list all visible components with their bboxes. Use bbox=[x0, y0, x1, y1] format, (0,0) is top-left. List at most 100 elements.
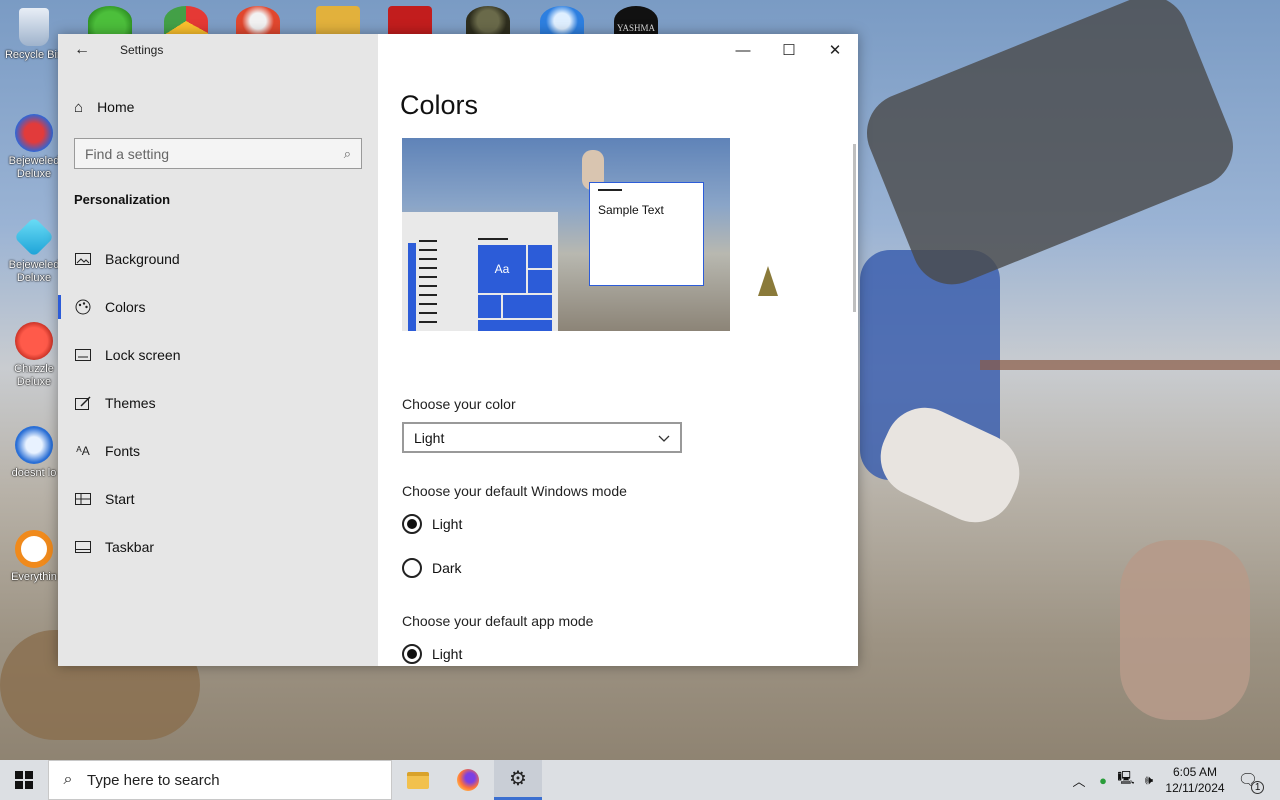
sidebar-item-lock-screen[interactable]: Lock screen bbox=[58, 335, 378, 375]
desktop-icon-label: Bejeweled Deluxe bbox=[8, 155, 60, 180]
flash-icon[interactable] bbox=[388, 6, 432, 36]
taskbar: ⌕ Type here to search ⚙ ︿ ● 🖳 🕪 6:05 AM … bbox=[0, 760, 1280, 800]
tray-network-icon[interactable]: 🖳 bbox=[1115, 760, 1137, 800]
bejeweled-2-icon bbox=[15, 114, 53, 152]
chrome-icon[interactable] bbox=[164, 6, 208, 36]
radio-label: Dark bbox=[432, 560, 462, 576]
app-icon[interactable] bbox=[466, 6, 510, 36]
clock-date: 12/11/2024 bbox=[1165, 781, 1225, 795]
minimize-button[interactable]: — bbox=[720, 34, 766, 66]
app-icon[interactable] bbox=[540, 6, 584, 36]
sidebar-item-taskbar[interactable]: Taskbar bbox=[58, 527, 378, 567]
taskbar-settings[interactable]: ⚙ bbox=[494, 760, 542, 800]
sidebar-item-themes[interactable]: Themes bbox=[58, 383, 378, 423]
desktop-icon-label: Bejeweled Deluxe bbox=[8, 259, 60, 284]
search-icon: ⌕ bbox=[343, 145, 351, 161]
fonts-icon: ᴬA bbox=[76, 444, 90, 458]
find-setting-input[interactable]: Find a setting ⌕ bbox=[74, 138, 362, 169]
windows-mode-label: Choose your default Windows mode bbox=[402, 483, 627, 499]
desktop-icon-everything[interactable]: Everythin bbox=[4, 530, 64, 584]
settings-icon: ⚙ bbox=[509, 768, 527, 790]
radio-label: Light bbox=[432, 516, 463, 532]
sidebar-item-label: Home bbox=[97, 99, 135, 115]
page-title: Colors bbox=[400, 90, 479, 120]
taskbar-icon bbox=[74, 539, 92, 555]
recycle-bin-icon bbox=[19, 8, 49, 46]
settings-window: ← Settings ⌂ Home Find a setting ⌕ Perso… bbox=[58, 34, 858, 666]
windows-mode-dark-radio[interactable]: Dark bbox=[402, 558, 462, 578]
dropdown-value: Light bbox=[414, 429, 445, 446]
desktop-icon-chuzzle[interactable]: Chuzzle Deluxe bbox=[4, 322, 64, 389]
network-icon: 🖳 bbox=[1117, 770, 1135, 785]
desktop-icon-bejeweled[interactable]: Bejeweled Deluxe bbox=[4, 216, 64, 285]
desktop-icon-label: Everythin bbox=[11, 571, 57, 583]
sidebar-item-colors[interactable]: Colors bbox=[58, 287, 378, 327]
taskbar-firefox[interactable] bbox=[444, 760, 492, 800]
palette-icon bbox=[74, 299, 92, 315]
themes-icon bbox=[74, 395, 92, 411]
sidebar-item-label: Taskbar bbox=[105, 539, 155, 555]
home-icon: ⌂ bbox=[74, 98, 84, 116]
radio-label: Light bbox=[432, 646, 463, 662]
close-button[interactable]: ✕ bbox=[812, 34, 858, 66]
chevron-down-icon bbox=[658, 430, 670, 446]
sidebar-item-background[interactable]: Background bbox=[58, 239, 378, 279]
radio-circle bbox=[402, 514, 422, 534]
search-placeholder: Find a setting bbox=[85, 145, 170, 162]
choose-color-label: Choose your color bbox=[402, 396, 516, 412]
tray-volume-icon[interactable]: 🕪 bbox=[1138, 760, 1160, 800]
main-pane: — ☐ ✕ Colors Aa Sample Text Choose your … bbox=[378, 34, 858, 666]
desktop-icon-label: Chuzzle Deluxe bbox=[14, 363, 54, 388]
person-icon: ● bbox=[1099, 772, 1107, 788]
app-mode-light-radio[interactable]: Light bbox=[402, 644, 462, 664]
maximize-button[interactable]: ☐ bbox=[766, 34, 812, 66]
desktop-icon-label: doesnt lo bbox=[11, 467, 57, 479]
color-preview: Aa Sample Text bbox=[402, 138, 730, 331]
scrollbar[interactable] bbox=[853, 144, 856, 312]
taskbar-file-explorer[interactable] bbox=[394, 760, 442, 800]
desktop-icon-recycle-bin[interactable]: Recycle Bin bbox=[4, 8, 64, 62]
sidebar-item-label: Themes bbox=[105, 395, 156, 411]
back-button[interactable]: ← bbox=[70, 40, 94, 60]
mouse-cursor-icon bbox=[758, 266, 778, 296]
desktop-icon-thunderbird[interactable]: doesnt lo bbox=[4, 426, 64, 480]
app-icon[interactable] bbox=[236, 6, 280, 36]
sidebar-item-fonts[interactable]: ᴬA Fonts bbox=[58, 431, 378, 471]
taskbar-search-box[interactable]: ⌕ Type here to search bbox=[48, 760, 392, 800]
notification-icon: 🗨 1 bbox=[1238, 770, 1265, 794]
yashma-icon[interactable]: YASHMA bbox=[614, 6, 658, 36]
file-explorer-icon bbox=[407, 771, 429, 789]
sidebar-item-home[interactable]: ⌂ Home bbox=[74, 96, 134, 118]
bejeweled-icon bbox=[13, 216, 55, 258]
sidebar-item-label: Colors bbox=[105, 299, 146, 315]
app-mode-label: Choose your default app mode bbox=[402, 613, 594, 629]
clock-time: 6:05 AM bbox=[1172, 765, 1218, 779]
speaker-icon: 🕪 bbox=[1144, 772, 1154, 787]
taskbar-clock[interactable]: 6:05 AM 12/11/2024 bbox=[1160, 764, 1230, 796]
windows-logo-icon bbox=[15, 771, 33, 789]
tray-people-icon[interactable]: ● bbox=[1092, 760, 1114, 800]
sidebar-item-label: Background bbox=[105, 251, 180, 267]
sample-text: Sample Text bbox=[598, 203, 664, 217]
app-icon[interactable] bbox=[316, 6, 360, 36]
user-accounts-icon[interactable] bbox=[88, 6, 132, 36]
firefox-icon bbox=[457, 769, 479, 791]
windows-mode-light-radio[interactable]: Light bbox=[402, 514, 462, 534]
sample-window-preview: Sample Text bbox=[589, 182, 704, 286]
image-icon bbox=[74, 251, 92, 267]
thunderbird-icon bbox=[15, 426, 53, 464]
choose-color-dropdown[interactable]: Light bbox=[402, 422, 682, 453]
action-center-button[interactable]: 🗨 1 bbox=[1234, 760, 1265, 800]
desktop-icon-bejeweled-2[interactable]: Bejeweled Deluxe bbox=[4, 114, 64, 181]
search-icon: ⌕ bbox=[63, 771, 73, 788]
sidebar-item-label: Lock screen bbox=[105, 347, 181, 363]
start-button[interactable] bbox=[0, 760, 48, 800]
chevron-up-icon: ︿ bbox=[1072, 773, 1086, 789]
sidebar-item-label: Fonts bbox=[105, 443, 141, 459]
section-heading: Personalization bbox=[74, 192, 171, 207]
chuzzle-icon bbox=[15, 322, 53, 360]
radio-circle bbox=[402, 644, 422, 664]
show-hidden-icons-button[interactable]: ︿ bbox=[1068, 760, 1090, 800]
desktop-icon-label: Recycle Bin bbox=[4, 49, 64, 61]
sidebar-item-start[interactable]: Start bbox=[58, 479, 378, 519]
